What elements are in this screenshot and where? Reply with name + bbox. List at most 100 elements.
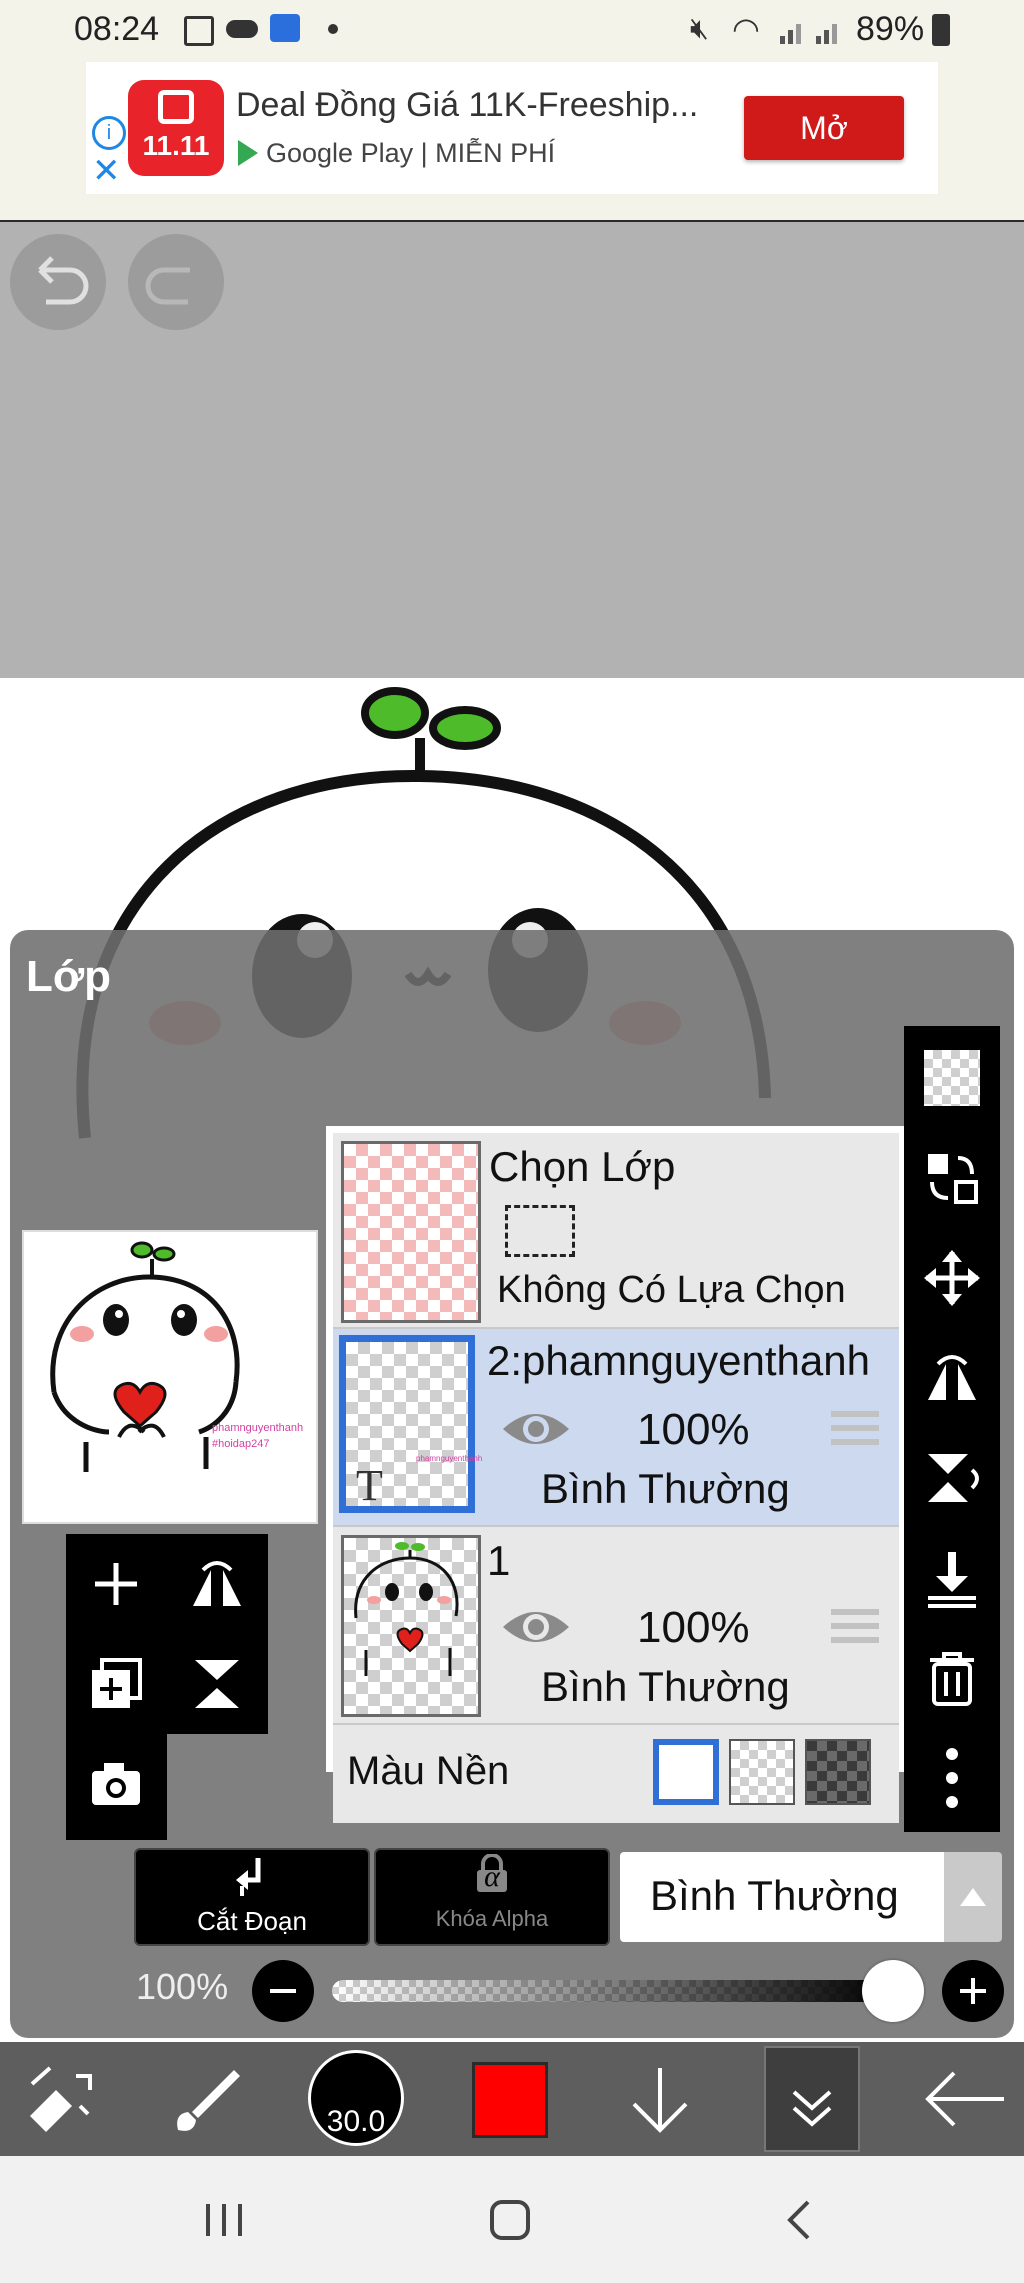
status-time: 08:24	[74, 10, 160, 48]
layer-2-thumbnail: T phamnguyenthanh	[339, 1335, 482, 1513]
alpha-lock-button[interactable]: α Khóa Alpha	[374, 1848, 610, 1946]
layer-2-opacity: 100%	[637, 1405, 750, 1454]
layer-2-blend-mode: Bình Thường	[541, 1465, 790, 1512]
add-layer-button[interactable]	[66, 1534, 166, 1634]
color-picker-button[interactable]	[472, 2062, 548, 2138]
visibility-eye-icon[interactable]	[499, 1405, 573, 1453]
new-transparent-layer-button[interactable]	[904, 1028, 1000, 1128]
layer-row-1[interactable]: 1 100% Bình Thường	[333, 1527, 899, 1725]
back-button[interactable]	[914, 2054, 1014, 2144]
right-toolbar	[904, 1026, 1000, 1832]
opacity-slider-track[interactable]	[332, 1980, 892, 2002]
brush-tool-button[interactable]	[158, 2054, 254, 2144]
canvas-preview[interactable]: phamnguyenthanh #hoidap247	[22, 1230, 318, 1524]
alpha-glyph: α	[484, 1860, 500, 1893]
ad-info-icon[interactable]: i	[92, 116, 126, 150]
delete-layer-button[interactable]	[904, 1628, 1000, 1728]
flip-layer-vertical-button[interactable]	[904, 1428, 1000, 1528]
clip-arrow-icon	[236, 1858, 261, 1896]
flip-vertical-icon	[928, 1454, 979, 1502]
layer-1-blend-mode: Bình Thường	[541, 1663, 790, 1710]
opacity-slider-gradient	[332, 1980, 892, 2002]
merge-down-icon	[928, 1552, 976, 1608]
recent-apps-icon	[206, 2204, 242, 2236]
ad-title[interactable]: Deal Đồng Giá 11K-Freeship...	[236, 86, 698, 125]
camera-button[interactable]	[66, 1734, 166, 1834]
tool-switch-button[interactable]	[10, 2054, 106, 2144]
blend-mode-dropdown-button[interactable]	[944, 1852, 1002, 1942]
background-white-swatch[interactable]	[653, 1739, 719, 1805]
cart-icon	[158, 90, 194, 124]
recent-apps-button[interactable]	[190, 2190, 260, 2250]
clipping-button[interactable]: Cắt Đoạn	[134, 1848, 370, 1946]
bottom-toolbar: 30.0	[0, 2042, 1024, 2156]
swap-layer-button[interactable]	[904, 1128, 1000, 1228]
ad-subtitle: Google Play | MIỄN PHÍ	[266, 138, 556, 168]
layer-row-2[interactable]: T phamnguyenthanh 2:phamnguyenthanh 100%…	[333, 1329, 899, 1527]
opacity-slider-thumb[interactable]	[862, 1960, 924, 2022]
triangle-up-icon	[960, 1888, 986, 1906]
arrow-down-icon	[632, 2068, 688, 2133]
cloud-icon	[226, 20, 258, 38]
status-bar: 08:24 🔇︎ ◠ 89%	[0, 0, 1024, 62]
chevron-left-icon	[787, 2200, 810, 2240]
brush-icon	[177, 2070, 240, 2131]
layer-2-name: 2:phamnguyenthanh	[487, 1337, 870, 1384]
brush-size-value: 30.0	[326, 2105, 386, 2138]
minus-icon	[270, 1989, 296, 1993]
arrow-left-icon	[925, 2071, 1004, 2127]
system-back-button[interactable]	[764, 2190, 834, 2250]
blend-mode-select[interactable]: Bình Thường	[620, 1852, 954, 1942]
drag-handle-icon[interactable]	[831, 1411, 879, 1417]
plus-icon	[960, 1978, 986, 2004]
background-dark-swatch[interactable]	[805, 1739, 871, 1805]
undo-button[interactable]	[10, 234, 106, 330]
ad-close-icon[interactable]: ✕	[92, 154, 121, 188]
background-transparent-swatch[interactable]	[729, 1739, 795, 1805]
flip-vertical-button[interactable]	[167, 1634, 267, 1734]
drag-handle-icon[interactable]	[831, 1609, 879, 1615]
flip-horizontal-button[interactable]	[167, 1534, 267, 1634]
brush-size-button[interactable]: 30.0	[308, 2050, 404, 2146]
alpha-lock-label: Khóa Alpha	[435, 1906, 549, 1931]
more-vertical-icon	[946, 1748, 958, 1808]
system-nav-bar	[0, 2156, 1024, 2283]
mute-icon: 🔇︎	[690, 12, 709, 45]
merge-down-button[interactable]	[904, 1528, 1000, 1628]
opacity-value: 100%	[136, 1966, 229, 2007]
duplicate-icon	[92, 1658, 142, 1708]
battery-percent: 89%	[856, 10, 925, 48]
opacity-increase-button[interactable]	[942, 1960, 1004, 2022]
flip-layer-horizontal-button[interactable]	[904, 1328, 1000, 1428]
signal-icon	[778, 16, 846, 44]
gallery-icon	[184, 16, 214, 46]
layers-toggle-button[interactable]	[764, 2046, 860, 2152]
selection-layer-row[interactable]: Chọn Lớp Không Có Lựa Chọn	[333, 1133, 899, 1329]
opacity-decrease-button[interactable]	[252, 1960, 314, 2022]
layers-panel: Lớp phamnguyenthanh #hoidap247 Chọn Lớp …	[10, 930, 1014, 2038]
preview-artwork	[50, 1241, 240, 1472]
layer-list: Chọn Lớp Không Có Lựa Chọn T phamnguyent…	[326, 1126, 906, 1823]
move-button[interactable]	[904, 1228, 1000, 1328]
visibility-eye-icon[interactable]	[499, 1603, 573, 1651]
layer-1-thumbnail	[341, 1535, 481, 1717]
ad-banner[interactable]: i ✕ 11.11 Deal Đồng Giá 11K-Freeship... …	[0, 62, 1024, 222]
redo-button[interactable]	[128, 234, 224, 330]
duplicate-layer-button[interactable]	[66, 1634, 166, 1734]
more-options-button[interactable]	[904, 1728, 1000, 1828]
text-layer-glyph: T	[356, 1461, 383, 1510]
flip-vertical-icon	[195, 1660, 239, 1708]
layer-2-watermark: phamnguyenthanh	[416, 1454, 483, 1463]
layer-down-button[interactable]	[612, 2054, 708, 2144]
preview-watermark-2: #hoidap247	[212, 1438, 270, 1450]
background-color-label: Màu Nền	[347, 1749, 510, 1793]
ad-app-badge: 11.11	[142, 130, 210, 161]
layer-1-preview	[354, 1542, 459, 1676]
swap-icon	[928, 1154, 978, 1204]
plus-icon	[95, 1563, 137, 1605]
ad-open-button[interactable]: Mở	[744, 96, 904, 160]
ad-card[interactable]: i ✕ 11.11 Deal Đồng Giá 11K-Freeship... …	[86, 62, 938, 194]
selection-layer-name: Chọn Lớp	[489, 1143, 676, 1190]
home-button[interactable]	[476, 2190, 546, 2250]
ad-open-label: Mở	[800, 109, 848, 146]
